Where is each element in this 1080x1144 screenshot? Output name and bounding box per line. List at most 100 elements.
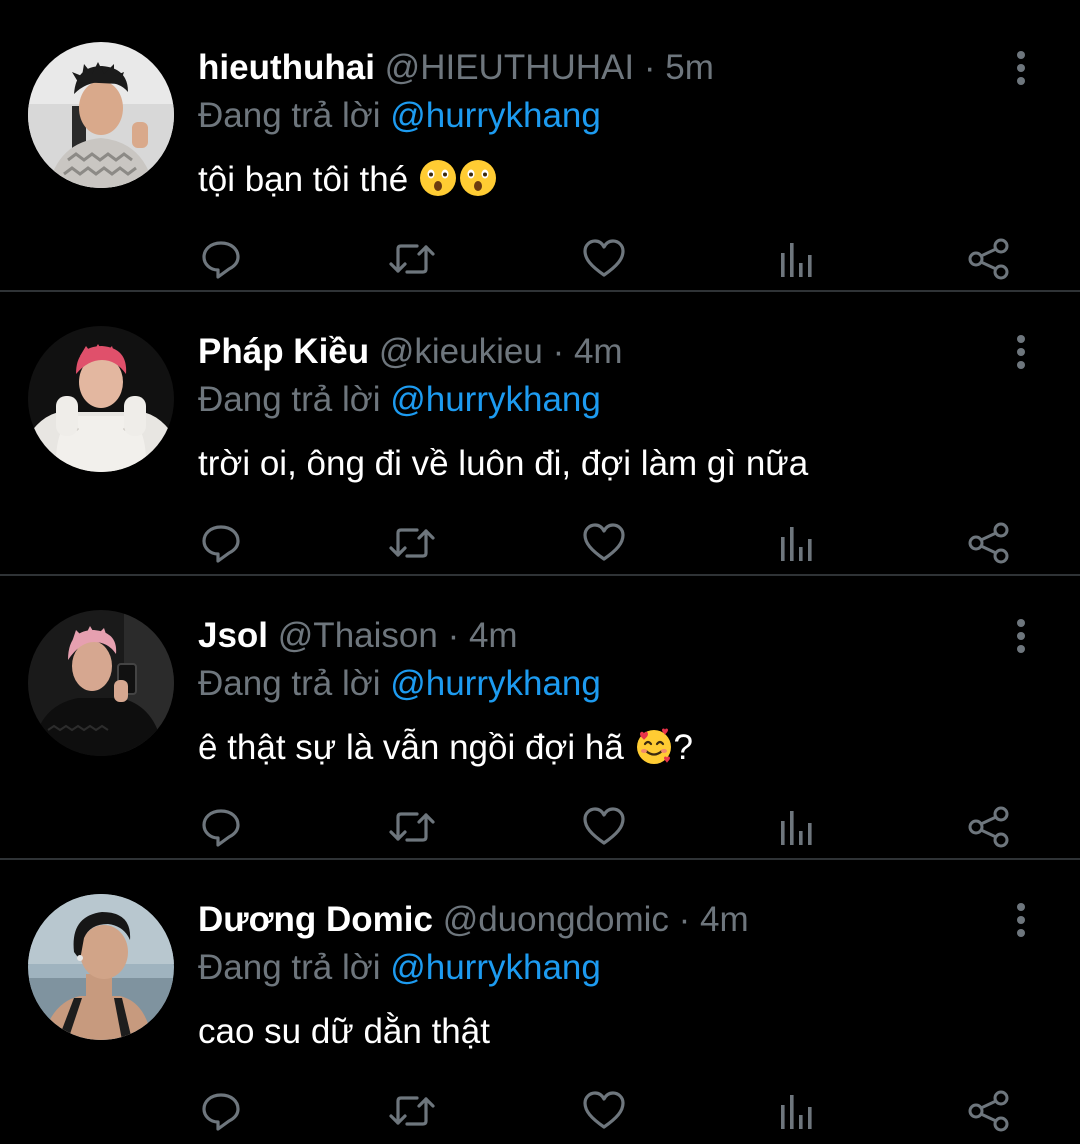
reply-mention-link[interactable]: @hurrykhang [390, 380, 601, 419]
user-handle[interactable]: @Thaison [278, 616, 438, 655]
retweet-arrows-icon [389, 244, 435, 274]
tweet-text-content: cao su dữ dằn thật [198, 1012, 490, 1051]
reply-prefix: Đang trả lời [198, 664, 381, 703]
astonished-face-emoji [419, 160, 456, 196]
reply-context: Đang trả lời @hurrykhang [198, 378, 601, 422]
timestamp[interactable]: 5m [665, 48, 714, 87]
vertical-dots-icon [1017, 51, 1025, 85]
reply-mention-link[interactable]: @hurrykhang [390, 664, 601, 703]
share-icon [968, 522, 1009, 564]
vertical-dots-icon [1017, 903, 1025, 937]
bar-chart-icon [781, 1095, 812, 1129]
share-icon [968, 238, 1009, 280]
tweet[interactable]: Pháp Kiều @kieukieu · 4m Đang trả lời @h… [0, 294, 1080, 576]
tweet-actions [0, 800, 1080, 854]
tweet[interactable]: Jsol @Thaison · 4m Đang trả lời @hurrykh… [0, 578, 1080, 860]
avatar[interactable] [28, 42, 174, 188]
more-options-button[interactable] [1004, 46, 1038, 90]
more-options-button[interactable] [1004, 898, 1038, 942]
like-button[interactable] [577, 516, 631, 570]
tweet-actions [0, 1084, 1080, 1138]
tweet[interactable]: hieuthuhai @HIEUTHUHAI · 5m Đang trả lời… [0, 10, 1080, 292]
separator-dot: · [643, 48, 656, 87]
reply-context: Đang trả lời @hurrykhang [198, 662, 601, 706]
more-options-button[interactable] [1004, 330, 1038, 374]
timestamp[interactable]: 4m [469, 616, 518, 655]
tweet-header: Jsol @Thaison · 4m [198, 614, 518, 658]
display-name[interactable]: Pháp Kiều [198, 332, 369, 371]
display-name[interactable]: hieuthuhai [198, 48, 375, 87]
separator-dot: · [447, 616, 460, 655]
tweet-text: cao su dữ dằn thật [198, 1009, 490, 1055]
reply-prefix: Đang trả lời [198, 380, 381, 419]
display-name[interactable]: Jsol [198, 616, 268, 655]
share-icon [968, 806, 1009, 848]
share-button[interactable] [962, 1084, 1016, 1138]
heart-icon [583, 523, 625, 561]
like-button[interactable] [577, 232, 631, 286]
reply-context: Đang trả lời @hurrykhang [198, 94, 601, 138]
vertical-dots-icon [1017, 335, 1025, 369]
timestamp[interactable]: 4m [574, 332, 623, 371]
like-button[interactable] [577, 800, 631, 854]
retweet-button[interactable] [385, 1084, 439, 1138]
reply-mention-link[interactable]: @hurrykhang [390, 948, 601, 987]
heart-icon [583, 1091, 625, 1129]
tweet-text: tội bạn tôi thé [198, 157, 498, 203]
like-button[interactable] [577, 1084, 631, 1138]
reply-button[interactable] [194, 232, 248, 286]
tweet-actions [0, 232, 1080, 286]
tweet-header: hieuthuhai @HIEUTHUHAI · 5m [198, 46, 714, 90]
user-handle[interactable]: @HIEUTHUHAI [385, 48, 634, 87]
display-name[interactable]: Dương Domic [198, 900, 433, 939]
avatar[interactable] [28, 894, 174, 1040]
heart-icon [583, 239, 625, 277]
speech-bubble-icon [202, 525, 240, 563]
tweet-text-content: ê thật sự là vẫn ngồi đợi hã [198, 728, 624, 767]
analytics-button[interactable] [769, 1084, 823, 1138]
share-button[interactable] [962, 516, 1016, 570]
avatar[interactable] [28, 326, 174, 472]
tweet-text-content: trời oi, ông đi về luôn đi, đợi làm gì n… [198, 444, 809, 483]
vertical-dots-icon [1017, 619, 1025, 653]
speech-bubble-icon [202, 809, 240, 847]
tweet-text-suffix: ? [673, 728, 694, 767]
bar-chart-icon [781, 527, 812, 561]
share-button[interactable] [962, 232, 1016, 286]
reply-mention-link[interactable]: @hurrykhang [390, 96, 601, 135]
share-button[interactable] [962, 800, 1016, 854]
tweet-actions [0, 516, 1080, 570]
analytics-button[interactable] [769, 232, 823, 286]
heart-icon [583, 807, 625, 845]
reply-prefix: Đang trả lời [198, 96, 381, 135]
tweet[interactable]: Dương Domic @duongdomic · 4m Đang trả lờ… [0, 862, 1080, 1144]
avatar[interactable] [28, 610, 174, 756]
retweet-button[interactable] [385, 516, 439, 570]
user-handle[interactable]: @kieukieu [379, 332, 543, 371]
retweet-button[interactable] [385, 800, 439, 854]
smiling-face-with-hearts-emoji [636, 728, 671, 764]
bar-chart-icon [781, 811, 812, 845]
share-icon [968, 1090, 1009, 1132]
speech-bubble-icon [202, 241, 240, 279]
retweet-arrows-icon [389, 528, 435, 558]
retweet-button[interactable] [385, 232, 439, 286]
separator-dot: · [678, 900, 691, 939]
separator-dot: · [552, 332, 565, 371]
timestamp[interactable]: 4m [700, 900, 749, 939]
reply-button[interactable] [194, 800, 248, 854]
analytics-button[interactable] [769, 800, 823, 854]
reply-prefix: Đang trả lời [198, 948, 381, 987]
astonished-face-emoji [459, 160, 496, 196]
tweet-text: trời oi, ông đi về luôn đi, đợi làm gì n… [198, 441, 808, 487]
reply-context: Đang trả lời @hurrykhang [198, 946, 601, 990]
reply-button[interactable] [194, 1084, 248, 1138]
tweet-text: ê thật sự là vẫn ngồi đợi hã ? [198, 725, 693, 771]
user-handle[interactable]: @duongdomic [443, 900, 669, 939]
speech-bubble-icon [202, 1093, 240, 1131]
more-options-button[interactable] [1004, 614, 1038, 658]
reply-button[interactable] [194, 516, 248, 570]
tweet-header: Dương Domic @duongdomic · 4m [198, 898, 749, 942]
retweet-arrows-icon [389, 1096, 435, 1126]
analytics-button[interactable] [769, 516, 823, 570]
